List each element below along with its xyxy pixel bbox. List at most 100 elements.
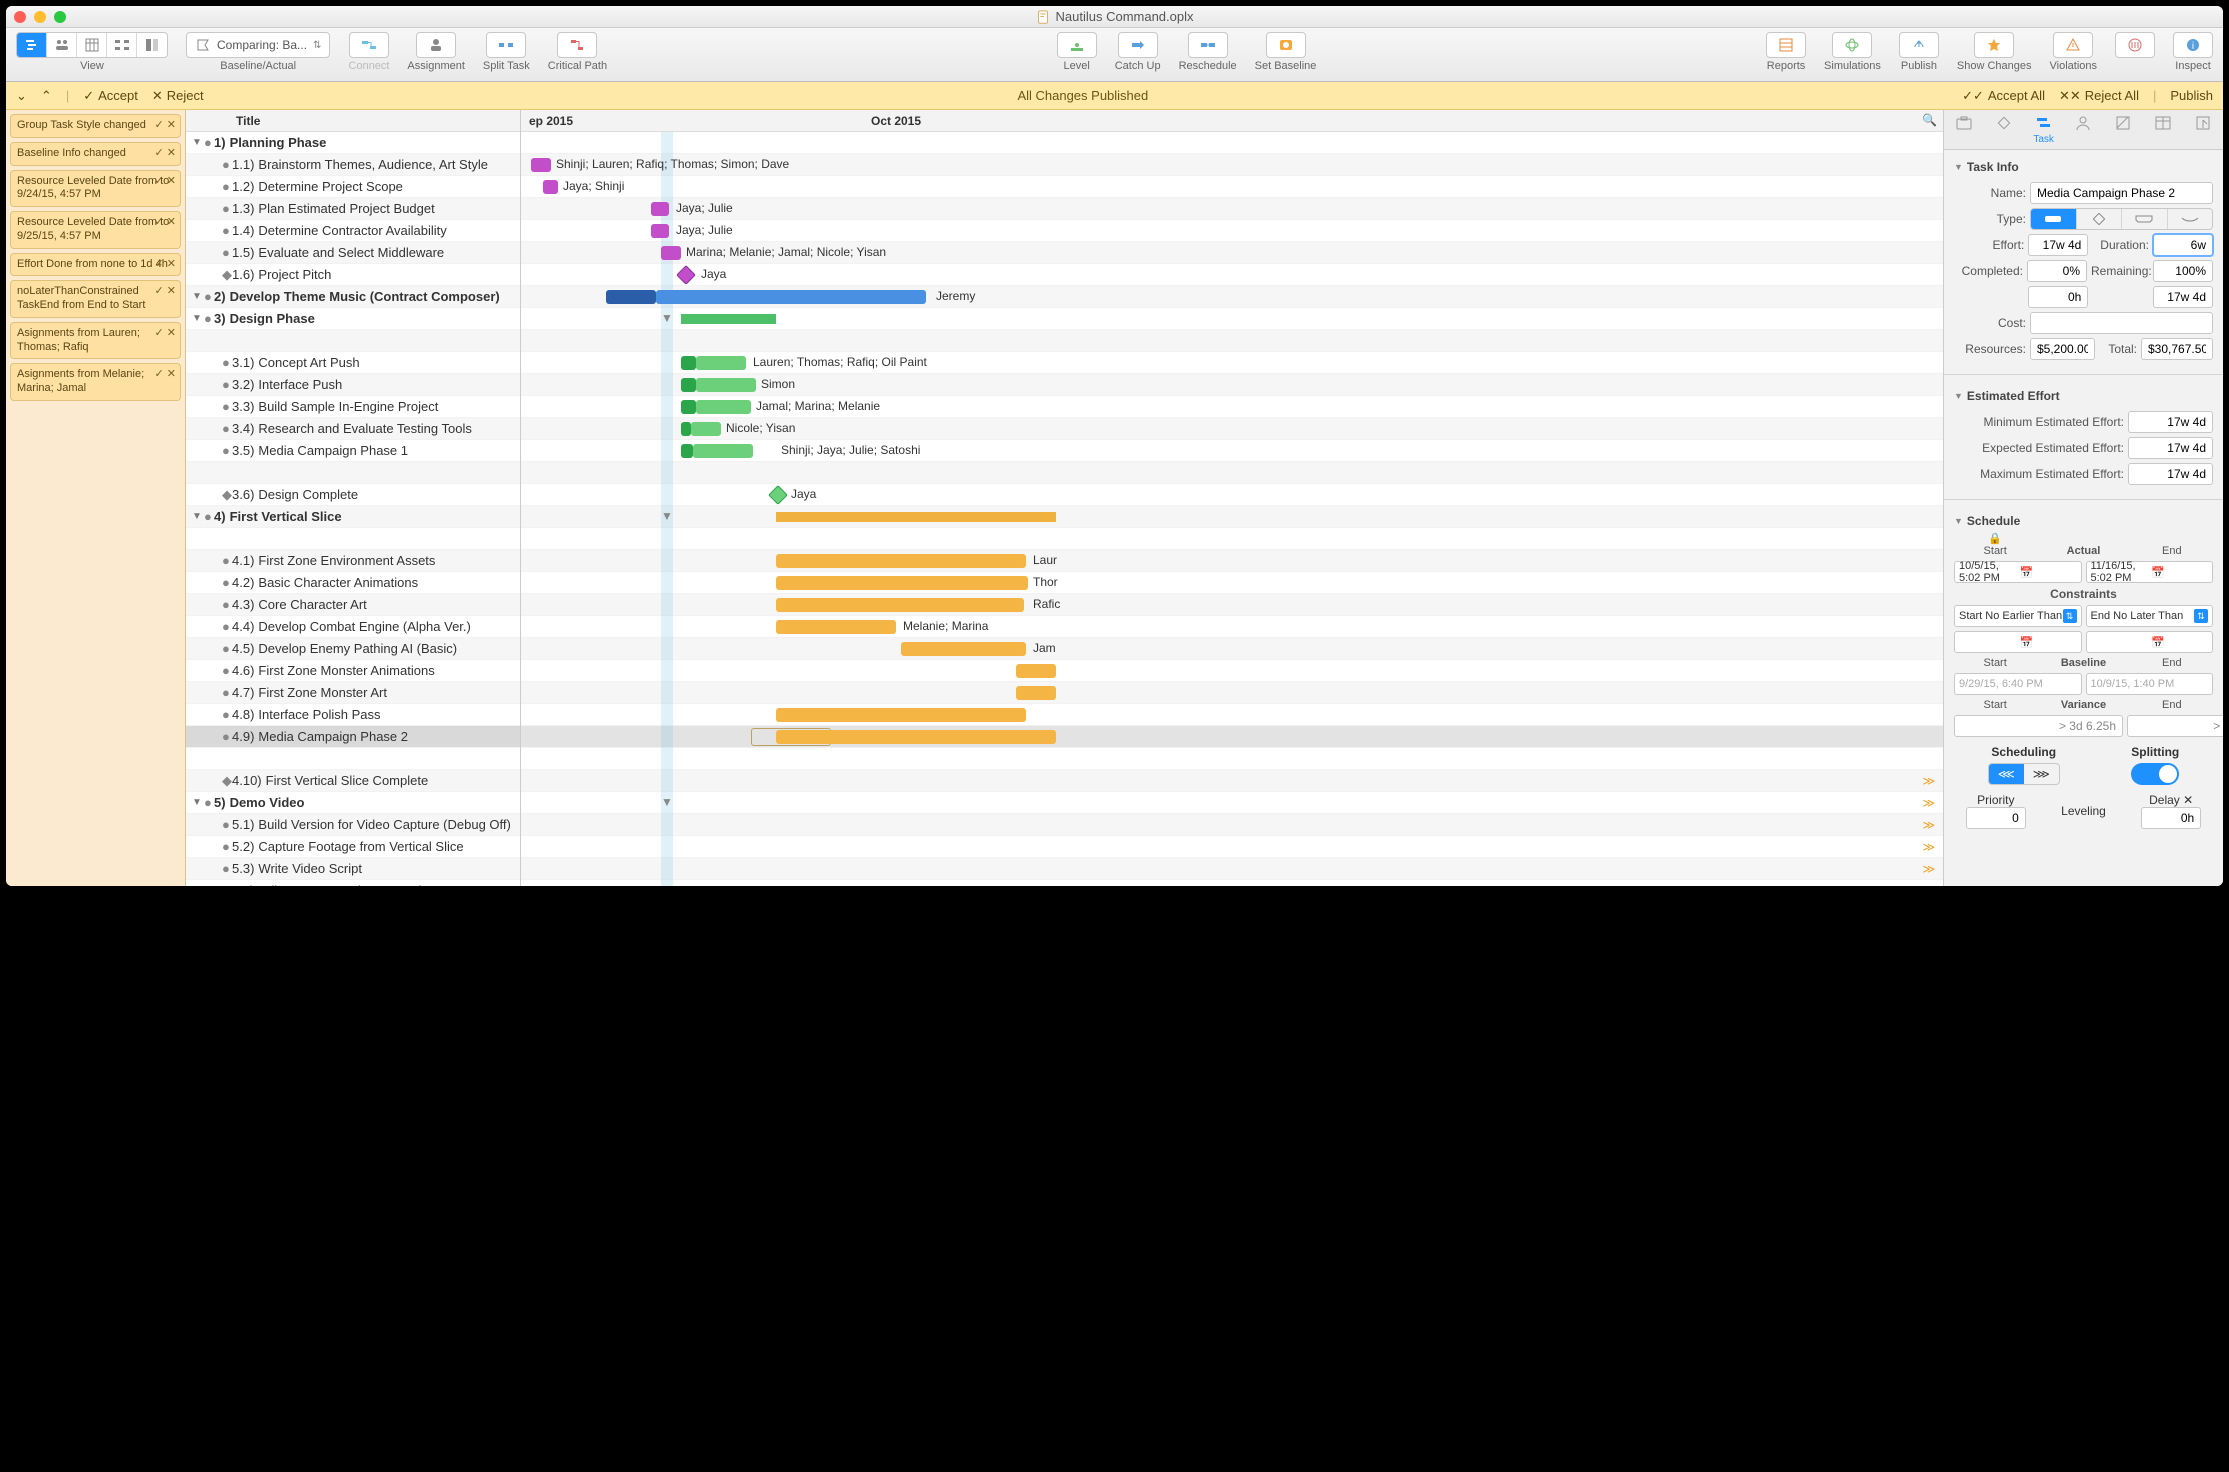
gantt-row[interactable]: Jaya [521, 484, 1943, 506]
outline-row[interactable]: ● 3.4)Research and Evaluate Testing Tool… [186, 418, 520, 440]
gantt-timeline-header[interactable]: ep 2015 Oct 2015 🔍 [521, 110, 1943, 132]
task-tab[interactable]: Task [2027, 114, 2061, 145]
priority-field[interactable] [1966, 807, 2026, 829]
gantt-row[interactable]: Simon [521, 374, 1943, 396]
gantt-row[interactable]: Nicole; Yisan [521, 418, 1943, 440]
max-effort-field[interactable] [2128, 463, 2213, 485]
outline-row[interactable]: ● 1.2)Determine Project Scope [186, 176, 520, 198]
delay-field[interactable] [2141, 807, 2201, 829]
outline-row[interactable]: ▼● 1)Planning Phase [186, 132, 520, 154]
split-task-button[interactable] [486, 32, 526, 58]
gantt-row[interactable] [521, 704, 1943, 726]
change-item[interactable]: noLaterThanConstrained TaskEnd from End … [10, 280, 181, 318]
gantt-row[interactable]: ▼ [521, 506, 1943, 528]
change-item[interactable]: Effort Done from none to 1d 4h✓ ✕ [10, 253, 181, 277]
outline-row[interactable]: ● 4.6)First Zone Monster Animations [186, 660, 520, 682]
gantt-row[interactable]: ≫ [521, 880, 1943, 886]
magnify-icon[interactable]: 🔍 [1922, 113, 1937, 127]
project-tab[interactable] [1947, 114, 1981, 132]
task-type-segment[interactable] [2030, 208, 2213, 230]
outline-row[interactable]: ● 5.4)Edit Footage to Theme Music [186, 880, 520, 886]
change-item[interactable]: Asignments from Melanie; Marina; Jamal✓ … [10, 363, 181, 401]
view-segment[interactable] [16, 32, 168, 58]
attachments-tab[interactable] [2186, 114, 2220, 132]
gantt-row[interactable]: Thor [521, 572, 1943, 594]
outline-row[interactable]: ● 4.9)Media Campaign Phase 2 [186, 726, 520, 748]
outline-row[interactable] [186, 330, 520, 352]
outline-row[interactable]: ● 3.5)Media Campaign Phase 1 [186, 440, 520, 462]
catch-up-button[interactable] [1118, 32, 1158, 58]
gantt-row[interactable]: ≫ [521, 814, 1943, 836]
actual-start-field[interactable]: 10/5/15, 5:02 PM📅 [1954, 561, 2082, 583]
outline-row[interactable]: ▼● 3)Design Phase [186, 308, 520, 330]
scheduling-direction[interactable]: ⋘ ⋙ [1988, 763, 2060, 785]
outline-row[interactable]: ● 4.1)First Zone Environment Assets [186, 550, 520, 572]
set-baseline-button[interactable] [1266, 32, 1306, 58]
outline-row[interactable] [186, 462, 520, 484]
outline-row[interactable]: ● 1.3)Plan Estimated Project Budget [186, 198, 520, 220]
outline-row[interactable]: ● 4.5)Develop Enemy Pathing AI (Basic) [186, 638, 520, 660]
gantt-view-button[interactable] [17, 33, 47, 57]
publish-changes-button[interactable]: Publish [2170, 88, 2213, 103]
outline-row[interactable]: ▼● 4)First Vertical Slice [186, 506, 520, 528]
outline-row[interactable]: ● 5.2)Capture Footage from Vertical Slic… [186, 836, 520, 858]
actual-end-field[interactable]: 11/16/15, 5:02 PM📅 [2086, 561, 2214, 583]
publish-button[interactable] [1899, 32, 1939, 58]
calendar-icon[interactable]: 📅 [2151, 566, 2208, 579]
zoom-icon[interactable] [54, 11, 66, 23]
effort-remaining-field[interactable] [2153, 286, 2213, 308]
gantt-chart[interactable]: ep 2015 Oct 2015 🔍 Shinji; Lauren; Rafiq… [521, 110, 1943, 886]
constraint-start-date[interactable]: 📅 [1954, 631, 2082, 653]
minimize-icon[interactable] [34, 11, 46, 23]
gantt-row[interactable]: Shinji; Jaya; Julie; Satoshi [521, 440, 1943, 462]
outline-row[interactable]: ◆ 4.10)First Vertical Slice Complete [186, 770, 520, 792]
gantt-row[interactable]: Jaya [521, 264, 1943, 286]
remaining-field[interactable] [2153, 260, 2213, 282]
calendar-view-button[interactable] [77, 33, 107, 57]
resource-view-button[interactable] [47, 33, 77, 57]
completed-field[interactable] [2027, 260, 2087, 282]
resources-cost-field[interactable] [2030, 338, 2095, 360]
change-item[interactable]: Baseline Info changed✓ ✕ [10, 142, 181, 166]
chevron-down-icon[interactable]: ⌄ [16, 88, 27, 104]
reschedule-button[interactable] [1188, 32, 1228, 58]
outline-row[interactable]: ● 1.1)Brainstorm Themes, Audience, Art S… [186, 154, 520, 176]
start-constraint-select[interactable]: Start No Earlier Than⇅ [1954, 605, 2082, 627]
outline-row[interactable]: ▼● 2)Develop Theme Music (Contract Compo… [186, 286, 520, 308]
gantt-row[interactable]: Jaya; Julie [521, 220, 1943, 242]
accept-all-button[interactable]: ✓✓ Accept All [1962, 88, 2045, 104]
gantt-row[interactable] [521, 660, 1943, 682]
gantt-row[interactable] [521, 682, 1943, 704]
style-view-button[interactable] [137, 33, 167, 57]
gantt-row[interactable]: Jaya; Shinji [521, 176, 1943, 198]
task-info-section[interactable]: Task Info [1954, 156, 2213, 178]
total-cost-field[interactable] [2141, 338, 2213, 360]
outline-row[interactable]: ● 4.8)Interface Polish Pass [186, 704, 520, 726]
duration-field[interactable] [2153, 234, 2213, 256]
gantt-row[interactable]: Shinji; Lauren; Rafiq; Thomas; Simon; Da… [521, 154, 1943, 176]
task-name-field[interactable] [2030, 182, 2213, 204]
gantt-row[interactable]: Rafic [521, 594, 1943, 616]
outline-row[interactable]: ● 5.3)Write Video Script [186, 858, 520, 880]
outline-row[interactable]: ● 3.2)Interface Push [186, 374, 520, 396]
change-item[interactable]: Group Task Style changed✓ ✕ [10, 114, 181, 138]
expected-effort-field[interactable] [2128, 437, 2213, 459]
cost-field[interactable] [2030, 312, 2213, 334]
gantt-row[interactable] [521, 748, 1943, 770]
outline-row[interactable]: ● 3.1)Concept Art Push [186, 352, 520, 374]
compare-select[interactable]: Comparing: Ba... ⇅ [186, 32, 330, 58]
gantt-row[interactable]: ≫ [521, 836, 1943, 858]
reject-change-button[interactable]: ✕ Reject [152, 88, 204, 104]
change-item[interactable]: Resource Leveled Date from to 9/25/15, 4… [10, 211, 181, 249]
gantt-row[interactable]: Jaya; Julie [521, 198, 1943, 220]
outline-row[interactable]: ● 1.4)Determine Contractor Availability [186, 220, 520, 242]
constraint-end-date[interactable]: 📅 [2086, 631, 2214, 653]
end-constraint-select[interactable]: End No Later Than⇅ [2086, 605, 2214, 627]
level-button[interactable] [1057, 32, 1097, 58]
gantt-row[interactable]: Jamal; Marina; Melanie [521, 396, 1943, 418]
change-item[interactable]: Asignments from Lauren; Thomas; Rafiq✓ ✕ [10, 322, 181, 360]
assignment-button[interactable] [416, 32, 456, 58]
gantt-row[interactable] [521, 528, 1943, 550]
accept-change-button[interactable]: ✓ Accept [83, 88, 138, 104]
reports-button[interactable] [1766, 32, 1806, 58]
